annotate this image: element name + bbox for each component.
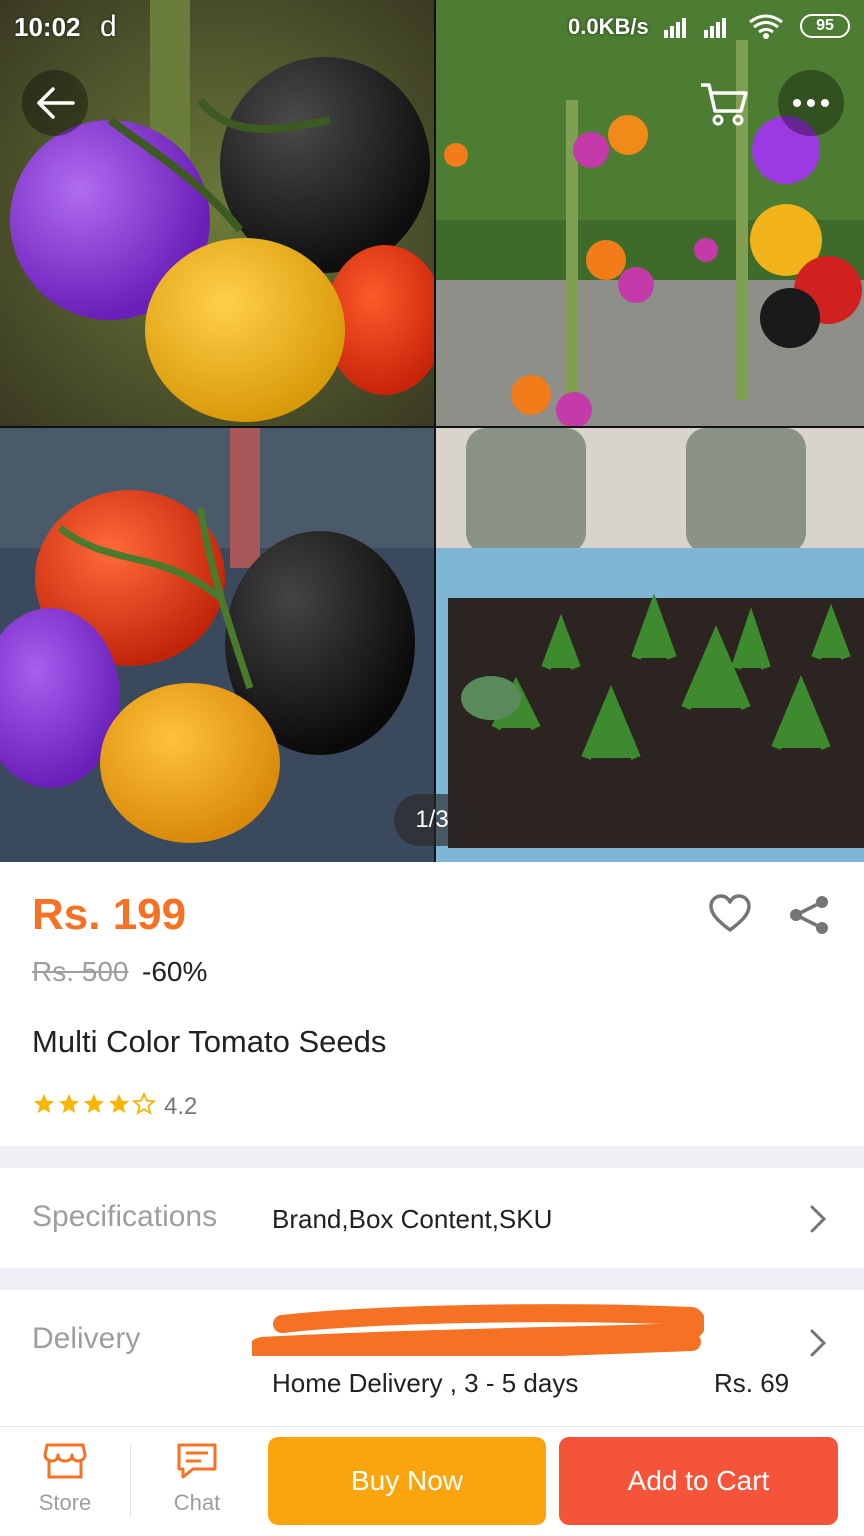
specifications-row[interactable]: Specifications Brand,Box Content,SKU	[0, 1168, 864, 1268]
status-time: 10:02	[14, 12, 81, 42]
star-icon	[34, 1094, 54, 1113]
specifications-label: Specifications	[32, 1200, 218, 1233]
product-image-purple-black-yellow-tomatoes	[0, 0, 434, 426]
store-button[interactable]: Store	[20, 1441, 110, 1516]
more-options-button[interactable]	[778, 70, 844, 136]
product-info-section: Rs. 199 Rs. 500 -60% Multi Color Tomato …	[0, 862, 864, 1146]
chevron-right-icon	[810, 1329, 827, 1357]
chevron-right-icon	[810, 1205, 827, 1233]
signal-wifi-icon	[664, 12, 794, 47]
section-divider	[0, 1146, 864, 1168]
rating-stars	[32, 1091, 157, 1121]
status-app-indicator: d	[100, 10, 117, 43]
buy-now-button[interactable]: Buy Now	[268, 1437, 546, 1525]
battery-icon: 95	[800, 14, 850, 38]
product-image-gallery[interactable]: 10:02 d 0.0KB/s 95 1/3	[0, 0, 864, 862]
status-network-speed: 0.0KB/s	[568, 14, 649, 39]
star-icon	[109, 1094, 129, 1113]
back-button[interactable]	[22, 70, 88, 136]
tab-divider	[130, 1445, 131, 1517]
star-icon	[59, 1094, 79, 1113]
store-label: Store	[38, 1490, 92, 1515]
chat-icon	[177, 1443, 217, 1479]
delivery-row[interactable]: Delivery Home Delivery , 3 - 5 days Rs. …	[0, 1290, 864, 1426]
delivery-fee: Rs. 69	[714, 1368, 790, 1398]
chat-button[interactable]: Chat	[152, 1441, 242, 1516]
section-divider	[0, 1268, 864, 1290]
rating-value: 4.2	[164, 1092, 198, 1120]
store-icon	[43, 1443, 87, 1479]
more-icon	[793, 99, 829, 107]
share-button[interactable]	[788, 894, 830, 941]
discount-percentage: -60%	[142, 956, 208, 987]
delivery-label: Delivery	[32, 1322, 141, 1355]
chat-label: Chat	[173, 1490, 221, 1515]
heart-icon	[709, 894, 751, 932]
share-icon	[790, 896, 828, 934]
product-rating[interactable]: 4.2	[32, 1091, 198, 1121]
product-image-red-black-purple-yellow-tomatoes	[0, 428, 434, 862]
add-to-cart-button[interactable]: Add to Cart	[559, 1437, 838, 1525]
redacted-address-scribble	[252, 1304, 704, 1356]
gallery-page-indicator: 1/3	[394, 794, 470, 846]
wishlist-button[interactable]	[708, 894, 752, 939]
delivery-method: Home Delivery , 3 - 5 days	[272, 1368, 579, 1398]
star-outline-icon	[131, 1091, 157, 1115]
product-image-tomato-plants-field	[436, 0, 864, 426]
cart-icon	[701, 83, 748, 126]
star-icon	[84, 1094, 104, 1113]
specifications-value: Brand,Box Content,SKU	[272, 1204, 553, 1234]
product-price: Rs. 199	[32, 890, 187, 939]
cart-button[interactable]	[694, 76, 754, 132]
original-price: Rs. 500	[32, 956, 129, 987]
bottom-action-bar: Store Chat Buy Now Add to Cart	[0, 1426, 864, 1536]
back-arrow-icon	[37, 87, 75, 119]
product-title: Multi Color Tomato Seeds	[32, 1024, 387, 1059]
status-bar: 10:02 d 0.0KB/s 95	[0, 0, 864, 56]
product-image-tomato-seedlings-planter	[436, 428, 864, 862]
